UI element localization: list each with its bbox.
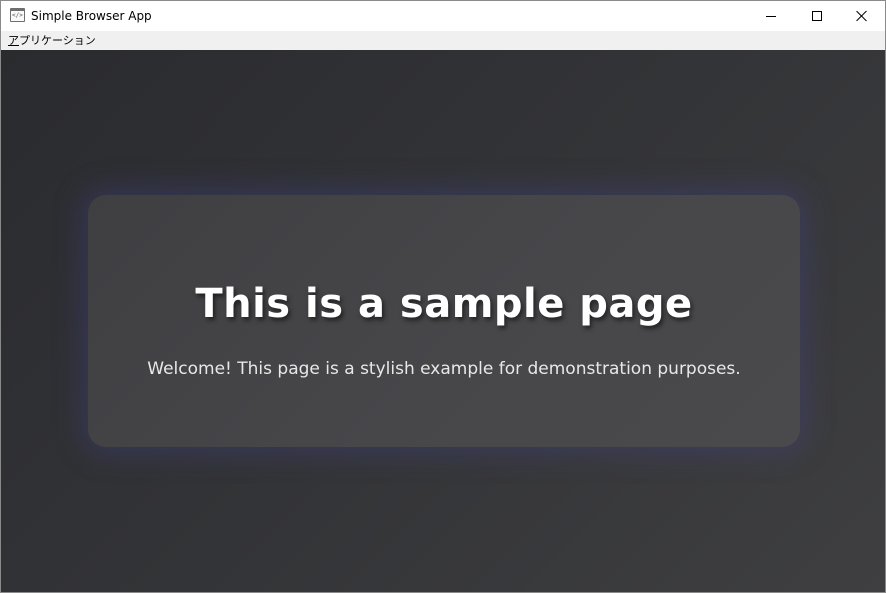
maximize-icon [812,11,822,21]
menu-item-mnemonic: ア [8,34,19,47]
page-subtitle: Welcome! This page is a stylish example … [147,359,741,379]
maximize-button[interactable] [794,1,840,31]
menu-item-application[interactable]: アプリケーション [8,33,96,48]
close-button[interactable] [839,1,885,31]
page-title: This is a sample page [195,281,693,327]
welcome-card: This is a sample page Welcome! This page… [88,195,800,447]
code-window-icon[interactable]: </> [10,8,25,22]
menu-item-label: プリケーション [19,34,96,47]
title-bar[interactable]: </> Simple Browser App [1,1,885,31]
window-title: Simple Browser App [31,9,152,23]
menu-bar: アプリケーション [1,31,885,50]
minimize-icon [766,15,776,17]
app-window: </> Simple Browser App アプリケーション This is … [0,0,886,593]
close-icon [856,10,868,22]
browser-content: This is a sample page Welcome! This page… [1,50,885,592]
minimize-button[interactable] [748,1,794,31]
app-icon-glyph: </> [12,12,23,19]
